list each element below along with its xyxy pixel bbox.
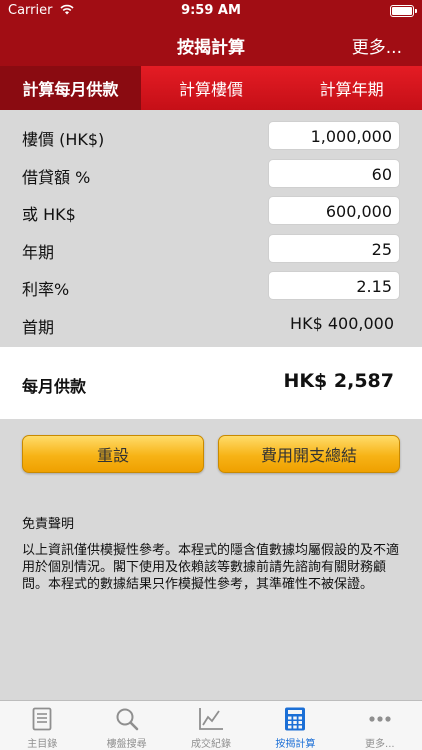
price-row: 樓價 (HK$) 1,000,000 [0, 118, 422, 156]
years-input[interactable]: 25 [268, 233, 400, 263]
loan-amount-label: 或 HK$ [22, 205, 76, 224]
down-payment-label: 首期 [22, 317, 55, 337]
mortgage-form: 樓價 (HK$) 1,000,000 借貸額 % 60 或 HK$ 600,00… [0, 118, 422, 343]
years-row: 年期 25 [0, 231, 422, 269]
tab-home-label: 主目錄 [27, 739, 58, 750]
clock: 9:59 AM [181, 3, 241, 18]
segment-property-price[interactable]: 計算樓價 [141, 66, 282, 110]
expense-summary-button[interactable]: 費用開支總結 [218, 435, 400, 473]
rate-label: 利率% [22, 280, 70, 299]
battery-icon [390, 5, 417, 17]
segment-monthly-payment[interactable]: 計算每月供款 [0, 66, 141, 110]
segment-loan-term[interactable]: 計算年期 [281, 66, 422, 110]
years-label: 年期 [22, 242, 55, 262]
tab-property-search-label: 樓盤搜尋 [106, 739, 147, 750]
tab-transactions-label: 成交紀錄 [191, 739, 232, 750]
tab-more[interactable]: 更多... [338, 701, 422, 750]
status-bar: Carrier 9:59 AM [0, 0, 422, 22]
monthly-payment-result: 每月供款 HK$ 2,587 [0, 347, 422, 419]
disclaimer-title: 免責聲明 [22, 517, 75, 532]
rate-input[interactable]: 2.15 [268, 271, 400, 300]
down-payment-value: HK$ 400,000 [290, 313, 394, 333]
nav-bar: 按揭計算 更多... [0, 22, 422, 66]
tab-more-label: 更多... [365, 739, 395, 750]
tab-home[interactable]: 主目錄 [0, 701, 84, 750]
loan-amount-input[interactable]: 600,000 [268, 196, 400, 225]
loan-percent-label: 借貸額 % [22, 167, 91, 187]
price-input[interactable]: 1,000,000 [268, 121, 400, 150]
loan-percent-row: 借貸額 % 60 [0, 156, 422, 194]
calc-mode-segments: 計算每月供款 計算樓價 計算年期 [0, 66, 422, 110]
book-icon [32, 707, 52, 731]
price-label: 樓價 (HK$) [22, 130, 105, 149]
monthly-payment-label: 每月供款 [22, 377, 87, 396]
loan-amount-row: 或 HK$ 600,000 [0, 193, 422, 231]
search-icon [116, 708, 138, 731]
down-payment-row: 首期 HK$ 400,000 [0, 306, 422, 344]
tab-mortgage-calc[interactable]: 按揭計算 [253, 701, 337, 750]
tab-mortgage-calc-label: 按揭計算 [275, 739, 316, 750]
tab-transactions[interactable]: 成交紀錄 [169, 701, 253, 750]
tab-property-search[interactable]: 樓盤搜尋 [84, 701, 168, 750]
monthly-payment-value: HK$ 2,587 [283, 370, 394, 392]
rate-row: 利率% 2.15 [0, 268, 422, 306]
calculator-icon [285, 707, 306, 731]
loan-percent-input[interactable]: 60 [268, 158, 400, 188]
disclaimer-text: 以上資訊僅供模擬性參考。本程式的隱含值數據均屬假設的及不適用於個別情況。閣下使用… [22, 543, 400, 592]
more-dots-icon [369, 716, 391, 722]
tab-bar: 主目錄 樓盤搜尋 成交紀錄 按揭計算 更多... [0, 700, 422, 750]
more-button[interactable]: 更多... [352, 33, 402, 58]
reset-button[interactable]: 重設 [22, 435, 204, 473]
line-chart-icon [199, 708, 224, 730]
